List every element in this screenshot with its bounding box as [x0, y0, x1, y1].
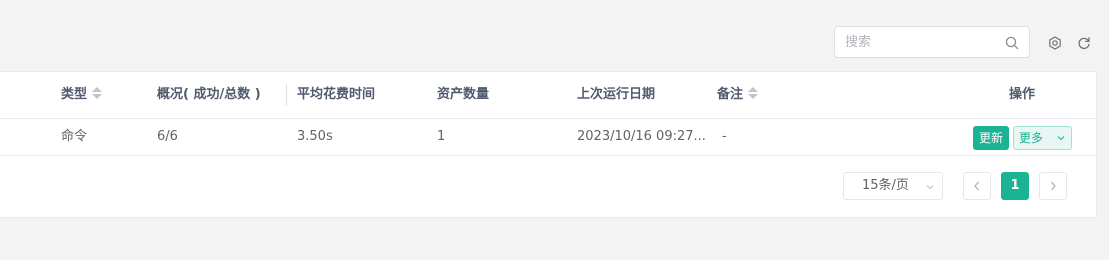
table-header: 类型 概况( 成功/总数 ) 平均花费时间 资产数量 上次运行日期 备注 操作	[0, 72, 1096, 119]
column-header-comment[interactable]: 备注	[717, 72, 759, 118]
cell-summary: 6/6	[157, 129, 178, 144]
page-size-value: 15条/页	[862, 178, 909, 193]
cell-last-run: 2023/10/16 09:27...	[577, 129, 706, 144]
refresh-icon[interactable]	[1077, 36, 1091, 50]
column-header-avg-time: 平均花费时间	[297, 87, 376, 102]
column-divider[interactable]	[286, 84, 287, 106]
cell-asset-count: 1	[437, 129, 446, 144]
chevron-down-icon	[926, 185, 934, 190]
page-number-current[interactable]: 1	[1001, 172, 1029, 200]
page-size-select[interactable]: 15条/页	[843, 172, 943, 200]
table-row: 命令 6/6 3.50s 1 2023/10/16 09:27... - 更新 …	[0, 119, 1096, 156]
search-input[interactable]	[835, 27, 1005, 57]
chevron-right-icon	[1051, 181, 1056, 191]
search-icon[interactable]	[1005, 36, 1019, 50]
column-header-last-run: 上次运行日期	[577, 87, 656, 102]
prev-page-button[interactable]	[963, 172, 991, 200]
sort-icon[interactable]	[748, 86, 759, 100]
column-header-summary: 概况( 成功/总数 )	[157, 87, 261, 102]
cell-type: 命令	[61, 129, 88, 144]
more-button-label: 更多	[1019, 131, 1044, 145]
more-dropdown-button[interactable]: 更多	[1013, 126, 1072, 150]
table-card: 类型 概况( 成功/总数 ) 平均花费时间 资产数量 上次运行日期 备注 操作 …	[0, 71, 1097, 218]
gear-icon[interactable]	[1048, 36, 1062, 50]
column-header-type[interactable]: 类型	[61, 72, 103, 118]
sort-icon[interactable]	[92, 86, 103, 100]
chevron-down-icon	[1057, 136, 1065, 141]
update-button[interactable]: 更新	[973, 126, 1009, 150]
chevron-left-icon	[974, 181, 979, 191]
cell-comment: -	[722, 129, 727, 144]
column-header-asset-count: 资产数量	[437, 87, 490, 102]
column-header-actions: 操作	[1009, 87, 1036, 102]
cell-avg-time: 3.50s	[297, 129, 333, 144]
search-box[interactable]	[834, 26, 1030, 58]
next-page-button[interactable]	[1039, 172, 1067, 200]
